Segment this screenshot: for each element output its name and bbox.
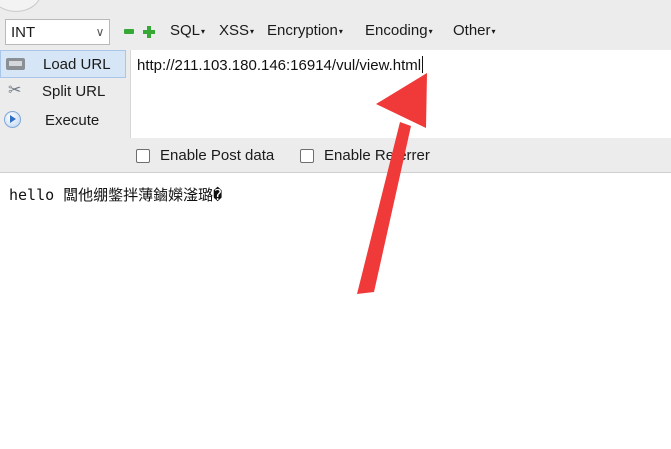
annotation-arrow-icon [357,73,427,294]
